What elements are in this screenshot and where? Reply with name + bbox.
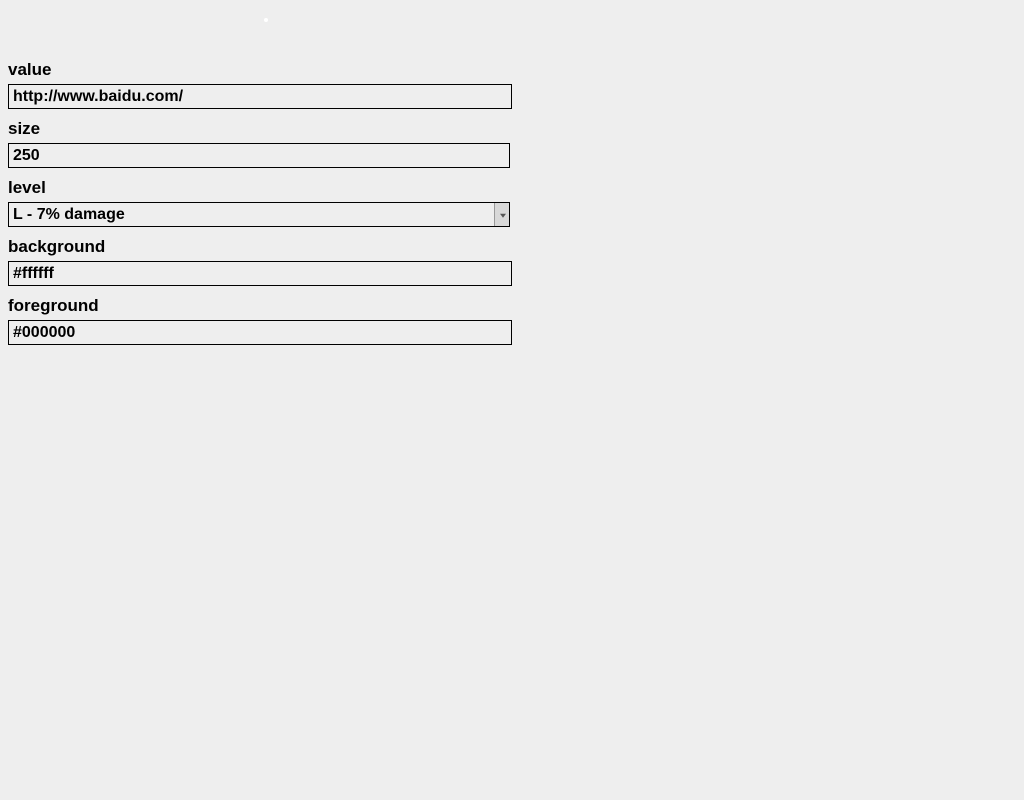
input-value[interactable] <box>8 84 512 109</box>
bullet-marker <box>264 18 268 22</box>
field-value: value <box>8 60 1016 109</box>
form-container: value size level L - 7% damage backgroun… <box>8 60 1016 345</box>
label-level: level <box>8 178 1016 198</box>
select-wrapper-level: L - 7% damage <box>8 202 510 227</box>
label-size: size <box>8 119 1016 139</box>
input-background[interactable] <box>8 261 512 286</box>
field-level: level L - 7% damage <box>8 178 1016 227</box>
label-foreground: foreground <box>8 296 1016 316</box>
label-background: background <box>8 237 1016 257</box>
input-foreground[interactable] <box>8 320 512 345</box>
select-level[interactable]: L - 7% damage <box>8 202 510 227</box>
field-background: background <box>8 237 1016 286</box>
input-size[interactable] <box>8 143 510 168</box>
label-value: value <box>8 60 1016 80</box>
field-size: size <box>8 119 1016 168</box>
top-marker-area <box>8 8 1016 30</box>
field-foreground: foreground <box>8 296 1016 345</box>
